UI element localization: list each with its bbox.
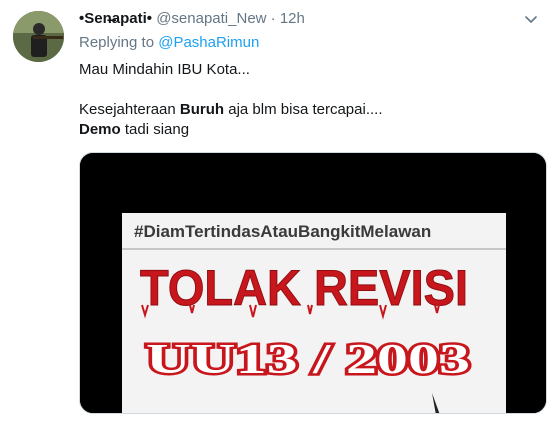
media-headline: TOLAK REVISI	[140, 260, 468, 316]
tweet-line-2-bold: Buruh	[179, 101, 225, 118]
tweet-line-3-bold: Demo	[79, 121, 121, 138]
separator: ·	[270, 10, 276, 27]
tweet-header: •Sen̶apati• @senapati_New · 12h	[79, 9, 305, 29]
timestamp[interactable]: 12h	[280, 10, 305, 27]
tweet-media-image[interactable]: #DiamTertindasAtauBangkitMelawan TOLAK R…	[79, 152, 547, 414]
replying-to: Replying to @PashaRimun	[79, 33, 259, 53]
chevron-down-icon[interactable]	[521, 10, 541, 30]
replying-to-label: Replying to	[79, 34, 155, 51]
tweet-line-2: Kesejahteraan Buruh aja blm bisa tercapa…	[79, 100, 383, 120]
user-handle[interactable]: @senapati_New	[156, 10, 266, 27]
tweet-line-2-a: Kesejahteraan	[79, 101, 180, 118]
tweet-text: Mau Mindahin IBU Kota... Kesejahteraan B…	[79, 60, 383, 140]
tweet-line-2-b: aja blm bisa tercapai....	[224, 101, 383, 118]
avatar[interactable]	[13, 11, 64, 62]
tweet[interactable]: •Sen̶apati• @senapati_New · 12h Replying…	[0, 0, 559, 427]
reply-mention-link[interactable]: @PashaRimun	[158, 34, 259, 51]
display-name[interactable]: •Sen̶apati•	[79, 10, 152, 27]
tweet-line-3: Demo tadi siang	[79, 120, 383, 140]
tweet-line-3-b: tadi siang	[120, 121, 190, 138]
media-hashtag: #DiamTertindasAtauBangkitMelawan	[134, 222, 431, 241]
media-subline: UU13 / 2003	[146, 337, 470, 383]
tweet-line-1: Mau Mindahin IBU Kota...	[79, 61, 250, 78]
